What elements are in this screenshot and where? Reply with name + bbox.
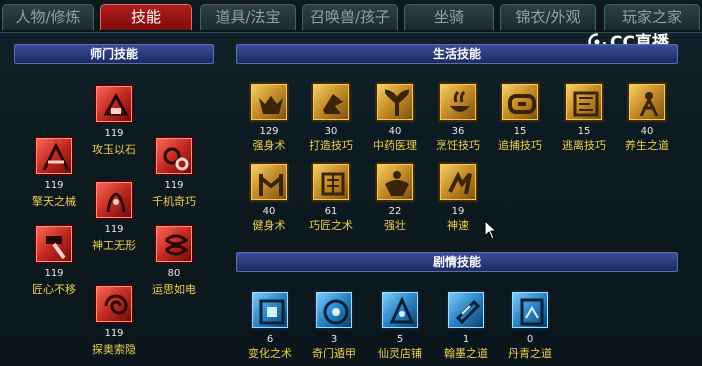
- skill-level: 3: [330, 334, 338, 345]
- skill-level: 5: [396, 334, 404, 345]
- skill-level: 119: [104, 128, 124, 139]
- skill-name: 千机奇巧: [152, 195, 196, 208]
- skill-icon-qianji[interactable]: [154, 136, 194, 176]
- gears-icon: [163, 147, 189, 171]
- jade-tool-icon: [103, 92, 129, 116]
- skill-icon-dazao[interactable]: [311, 82, 351, 122]
- skill-icon-tanao[interactable]: [94, 284, 134, 324]
- skill-level: 40: [640, 126, 654, 137]
- craftsman-icon: [321, 172, 345, 196]
- skill-icon-yunsi[interactable]: [154, 224, 194, 264]
- transform-icon: [259, 299, 285, 325]
- skill-level: 1: [462, 334, 470, 345]
- tab-mount[interactable]: 坐骑: [404, 4, 494, 30]
- fitness-icon: [259, 174, 283, 196]
- skill-level: 40: [262, 206, 276, 217]
- skill-name: 神工无形: [92, 239, 136, 252]
- skill-icon-qimen[interactable]: [314, 290, 354, 330]
- hand-craft-icon: [106, 192, 126, 213]
- skill-icon-pengren[interactable]: [438, 82, 478, 122]
- skill-level: 15: [577, 126, 591, 137]
- skill-level: 22: [388, 206, 402, 217]
- section-life-skills-header: 生活技能: [236, 44, 678, 64]
- skill-icon-zhongyao[interactable]: [375, 82, 415, 122]
- skill-icon-qiaojiang[interactable]: [311, 162, 351, 202]
- tab-pets[interactable]: 召唤兽/孩子: [302, 4, 398, 30]
- skill-name: 探奥索隐: [92, 343, 136, 356]
- hammer-icon: [46, 236, 66, 260]
- qimen-icon: [323, 299, 349, 325]
- tab-skills[interactable]: 技能: [100, 4, 192, 30]
- skill-level: 119: [164, 180, 184, 191]
- skill-level: 80: [167, 268, 181, 279]
- section-story-skills-header: 剧情技能: [236, 252, 678, 272]
- skill-icon-zhuibu[interactable]: [500, 82, 540, 122]
- skill-level: 119: [44, 180, 64, 191]
- skill-level: 6: [266, 334, 274, 345]
- painting-icon: [520, 298, 544, 326]
- skill-icon-xianling[interactable]: [380, 290, 420, 330]
- ink-icon: [455, 299, 481, 325]
- skill-icon-gongyu[interactable]: [94, 84, 134, 124]
- skill-level: 119: [44, 268, 64, 279]
- skill-icon-yangsheng[interactable]: [627, 82, 667, 122]
- mechanism-icon: [42, 142, 70, 171]
- skill-icon-shensu[interactable]: [438, 162, 478, 202]
- mouse-cursor-icon: [484, 220, 498, 240]
- cooking-icon: [450, 90, 470, 112]
- tab-home[interactable]: 玩家之家: [604, 4, 700, 30]
- skill-icon-qiangshen[interactable]: [249, 82, 289, 122]
- skill-name: 攻玉以石: [92, 143, 136, 156]
- skill-level: 129: [259, 126, 279, 137]
- skill-icon-bianhua[interactable]: [250, 290, 290, 330]
- skill-name: 擎天之械: [32, 195, 76, 208]
- spiral-scroll-icon: [165, 234, 189, 256]
- skill-icon-taoli[interactable]: [564, 82, 604, 122]
- skill-level: 119: [104, 328, 124, 339]
- escape-icon: [573, 91, 599, 117]
- skill-level: 0: [526, 334, 534, 345]
- forging-icon: [323, 94, 343, 114]
- section-master-skills-header: 师门技能: [14, 44, 214, 64]
- strength-icon: [259, 96, 283, 114]
- skill-name: 运思如电: [152, 283, 196, 296]
- health-icon: [639, 92, 659, 117]
- skill-icon-qiangzhuang[interactable]: [375, 162, 415, 202]
- skill-icon-jiangxin[interactable]: [34, 224, 74, 264]
- skill-name: 丹青之道: [508, 347, 552, 360]
- skill-level: 61: [324, 206, 338, 217]
- skill-level: 119: [104, 224, 124, 235]
- skill-icon-qingtian[interactable]: [34, 136, 74, 176]
- skill-icon-hanmo[interactable]: [446, 290, 486, 330]
- skill-level: 30: [324, 126, 338, 137]
- speed-icon: [448, 171, 472, 195]
- skill-level: 15: [513, 126, 527, 137]
- vortex-icon: [104, 294, 128, 315]
- tab-character[interactable]: 人物/修炼: [2, 4, 94, 30]
- skill-level: 36: [451, 126, 465, 137]
- skills-window: 人物/修炼 技能 道具/法宝 召唤兽/孩子 坐骑 锦衣/外观 玩家之家 CC直播…: [0, 0, 702, 366]
- skill-level: 40: [388, 126, 402, 137]
- skill-name: 养生之道: [625, 139, 669, 152]
- tab-appearance[interactable]: 锦衣/外观: [500, 4, 596, 30]
- skill-name: 匠心不移: [32, 283, 76, 296]
- skill-icon-shengong[interactable]: [94, 180, 134, 220]
- tab-bar: 人物/修炼 技能 道具/法宝 召唤兽/孩子 坐骑 锦衣/外观 玩家之家: [0, 0, 702, 33]
- herb-icon: [384, 89, 410, 116]
- skill-level: 19: [451, 206, 465, 217]
- skill-icon-jianshen[interactable]: [249, 162, 289, 202]
- shop-icon: [389, 296, 415, 324]
- skill-icon-danqing[interactable]: [510, 290, 550, 330]
- tab-items[interactable]: 道具/法宝: [200, 4, 296, 30]
- muscle-icon: [385, 171, 409, 196]
- pursuit-icon: [508, 94, 536, 114]
